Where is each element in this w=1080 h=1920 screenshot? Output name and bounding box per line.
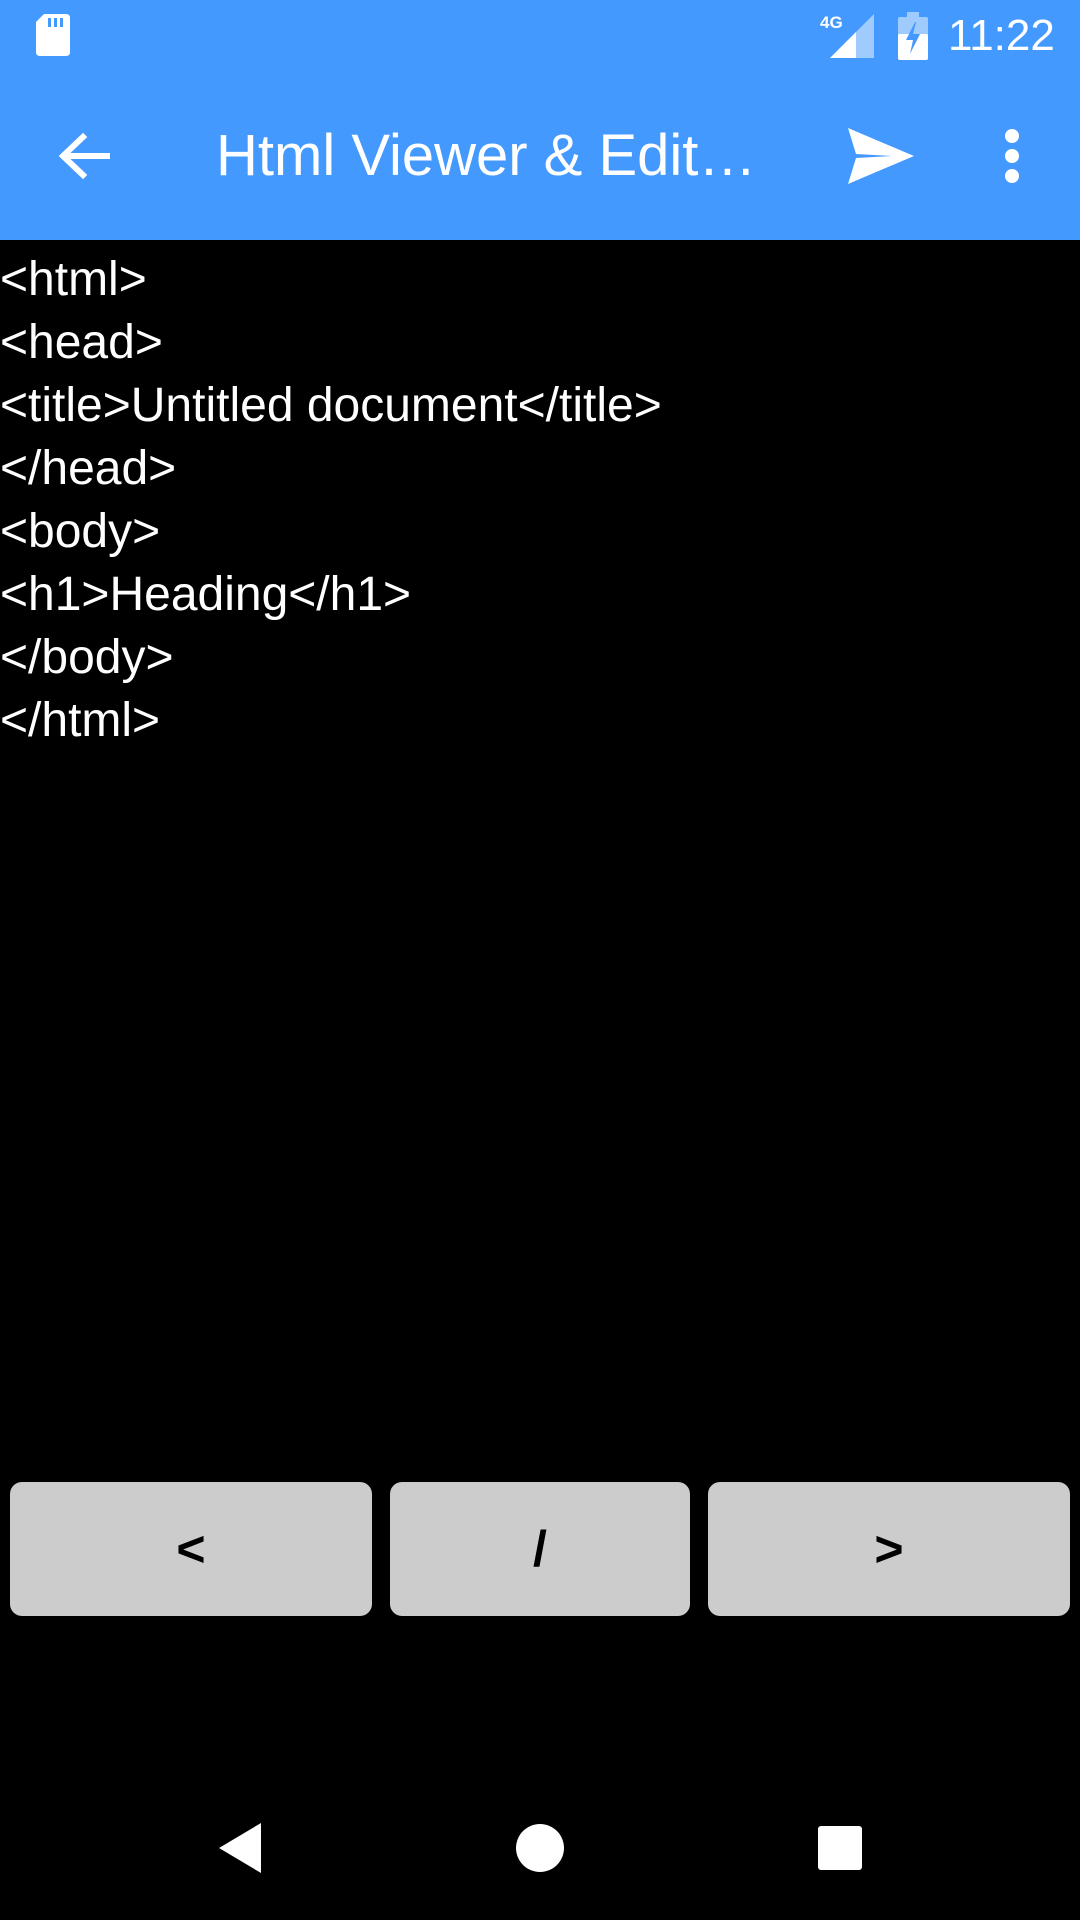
insert-slash-button[interactable]: / (390, 1482, 690, 1616)
send-icon (848, 128, 914, 184)
insert-close-bracket-button[interactable]: > (708, 1482, 1070, 1616)
more-vert-icon (1005, 129, 1019, 183)
code-line: </body> (0, 631, 174, 684)
app-bar: Html Viewer & Edit… (0, 72, 1080, 240)
status-clock: 11:22 (948, 11, 1055, 60)
tag-shortcut-bar: < / > (0, 1482, 1080, 1616)
html-editor[interactable]: <html> <head> <title>Untitled document</… (0, 240, 1080, 1480)
sd-card-icon (36, 14, 70, 56)
network-type-label: 4G (820, 13, 843, 32)
battery-charging-icon (898, 12, 928, 60)
code-line: <title>Untitled document</title> (0, 379, 662, 432)
system-nav-bar (0, 1776, 1080, 1920)
signal-icon: 4G (820, 13, 874, 58)
nav-back-button[interactable] (190, 1798, 290, 1898)
back-button[interactable] (44, 116, 124, 196)
nav-home-button[interactable] (490, 1798, 590, 1898)
code-lines: <html> <head> <title>Untitled document</… (0, 240, 1080, 752)
send-button[interactable] (836, 116, 926, 196)
nav-recents-button[interactable] (790, 1798, 890, 1898)
code-line: <body> (0, 505, 161, 558)
code-line: <h1>Heading</h1> (0, 568, 412, 621)
code-line: </html> (0, 694, 161, 747)
insert-open-bracket-button[interactable]: < (10, 1482, 372, 1616)
code-line: <head> (0, 316, 163, 369)
nav-home-icon (516, 1824, 564, 1872)
arrow-left-icon (58, 132, 110, 180)
nav-back-icon (219, 1823, 261, 1873)
status-bar: 4G 11:22 (0, 0, 1080, 72)
code-line: </head> (0, 442, 177, 495)
overflow-menu-button[interactable] (980, 116, 1044, 196)
app-title: Html Viewer & Edit… (216, 123, 757, 188)
code-line: <html> (0, 253, 147, 306)
nav-recents-icon (818, 1826, 862, 1870)
